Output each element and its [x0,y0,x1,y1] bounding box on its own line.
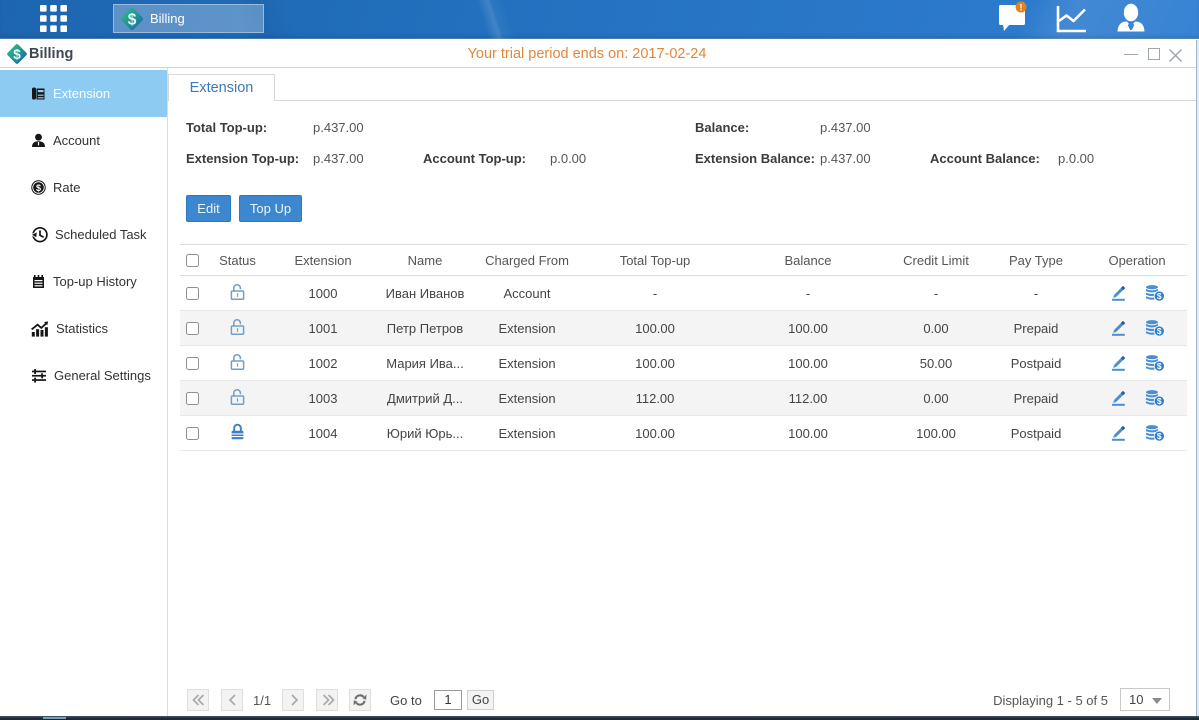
svg-text:$: $ [128,11,137,28]
svg-text:$: $ [1156,396,1161,406]
svg-text:$: $ [1156,326,1161,336]
svg-text:$: $ [1156,431,1161,441]
svg-text:$: $ [36,183,41,193]
svg-text:$: $ [1156,361,1161,371]
svg-text:$: $ [1156,291,1161,301]
svg-text:!: ! [1020,3,1023,13]
svg-text:$: $ [13,47,21,62]
